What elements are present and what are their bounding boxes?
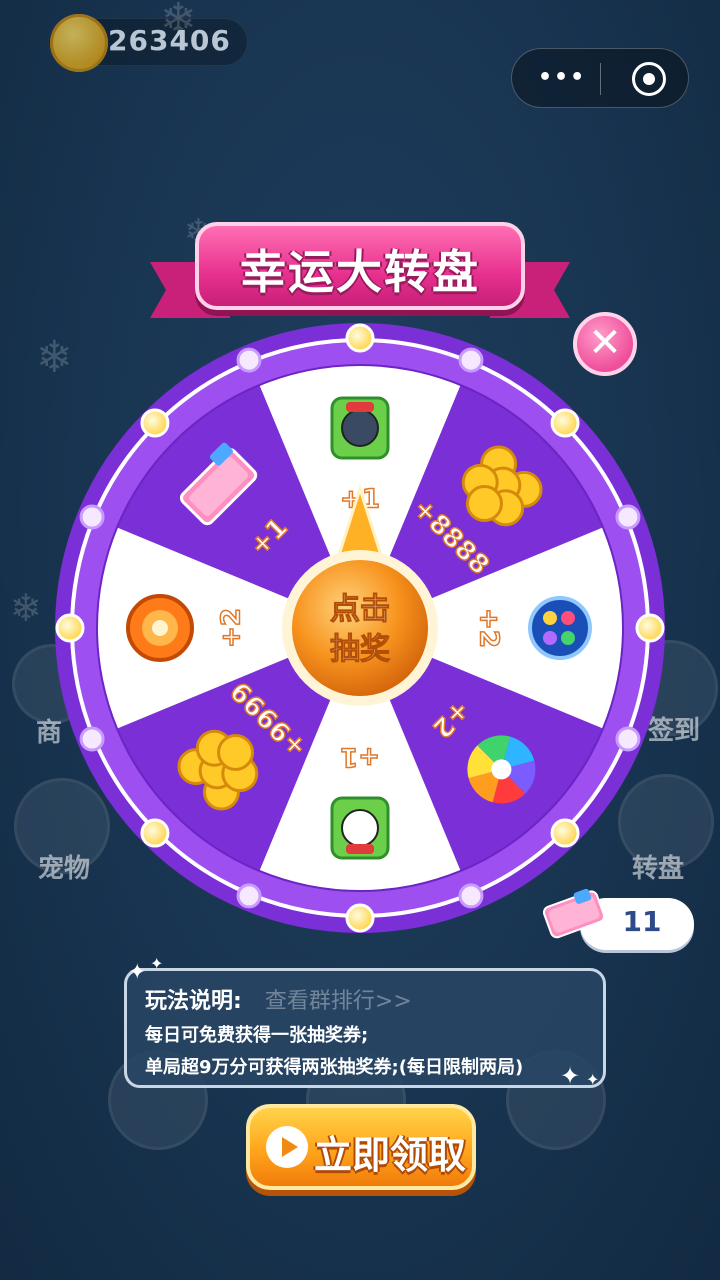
spin-label-line1: 点击 — [330, 592, 390, 627]
rim-bulb — [550, 818, 580, 848]
rules-panel: 玩法说明: 查看群排行>> 每日可免费获得一张抽奖券; 单局超9万分可获得两张抽… — [124, 968, 606, 1088]
target-icon[interactable] — [632, 62, 666, 96]
rim-bulb — [345, 903, 375, 933]
cow-puzzle-icon — [330, 796, 390, 860]
rules-title: 玩法说明: — [145, 989, 242, 1014]
rim-bulb — [615, 726, 641, 752]
sparkle-icon: ✦ — [128, 960, 147, 985]
rules-line: 单局超9万分可获得两张抽奖券;(每日限制两局) — [145, 1057, 524, 1078]
spin-label-line2: 抽奖 — [330, 632, 390, 667]
prize-label: +2 — [217, 608, 247, 648]
rim-bulb — [236, 347, 262, 373]
color-balls-icon — [528, 596, 592, 660]
gold-coin-icon — [50, 14, 108, 72]
spin-button[interactable] — [292, 560, 428, 696]
ticket-count: 11 — [622, 905, 662, 938]
rim-bulb — [458, 347, 484, 373]
sparkle-icon: ✦ — [586, 1070, 600, 1089]
claim-button-label: 立即领取 — [314, 1133, 467, 1177]
rim-bulb — [55, 613, 85, 643]
rim-bulb — [140, 408, 170, 438]
rim-bulb — [345, 323, 375, 353]
rim-bulb — [140, 818, 170, 848]
close-icon[interactable]: ✕ — [573, 312, 637, 376]
more-dots-icon[interactable]: ••• — [538, 67, 586, 89]
dog-puzzle-icon — [330, 396, 390, 460]
rim-bulb — [236, 883, 262, 909]
rim-bulb — [458, 883, 484, 909]
capsule-divider — [600, 63, 601, 95]
rim-bulb — [79, 504, 105, 530]
lottery-ticket-icon — [542, 888, 606, 939]
miniprogram-capsule: ••• — [511, 48, 689, 108]
snowflake-icon: ❄ — [160, 0, 197, 45]
sparkle-icon: ✦ — [150, 954, 164, 973]
sparkle-icon: ✦ — [560, 1062, 581, 1090]
page-title: 幸运大转盘 — [240, 245, 480, 299]
orange-bomb-icon — [126, 594, 194, 662]
rim-bulb — [635, 613, 665, 643]
snowflake-icon: ❄ — [10, 586, 42, 630]
prize-label: +1 — [340, 742, 380, 772]
rules-line: 每日可免费获得一张抽奖券; — [145, 1025, 369, 1046]
rim-bulb — [79, 726, 105, 752]
lucky-wheel: +1+8888 +2+2 +1+9999+2 +1 点击 抽奖 — [55, 323, 665, 933]
rim-bulb — [615, 504, 641, 530]
rim-bulb — [550, 408, 580, 438]
play-icon — [266, 1126, 308, 1168]
prize-label: +2 — [474, 608, 504, 648]
group-rank-link[interactable]: 查看群排行>> — [265, 983, 412, 1015]
